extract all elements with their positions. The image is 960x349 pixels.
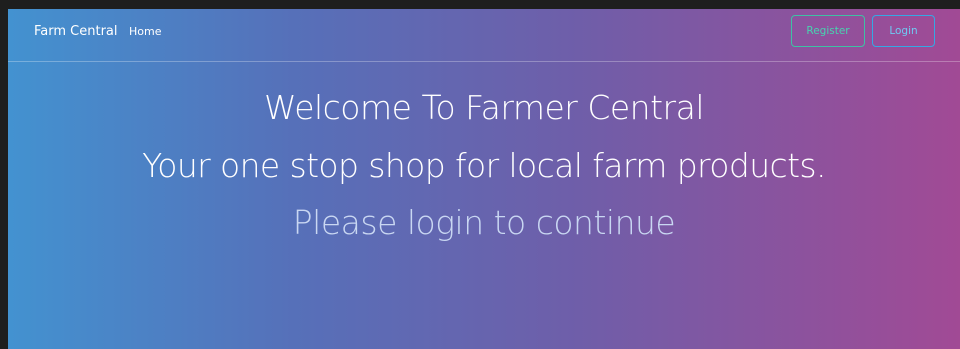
login-prompt-text: Please login to continue [292, 203, 676, 242]
brand-link[interactable]: Farm Central [34, 24, 118, 39]
welcome-heading: Welcome To Farmer Central [264, 88, 705, 127]
nav-home-link[interactable]: Home [129, 25, 161, 38]
login-button[interactable]: Login [872, 15, 935, 47]
tagline-text: Your one stop shop for local farm produc… [142, 146, 826, 185]
navbar: Farm Central Home Register Login [8, 9, 960, 62]
page-frame: Farm Central Home Register Login Welcome… [8, 9, 960, 349]
register-button[interactable]: Register [791, 15, 865, 47]
